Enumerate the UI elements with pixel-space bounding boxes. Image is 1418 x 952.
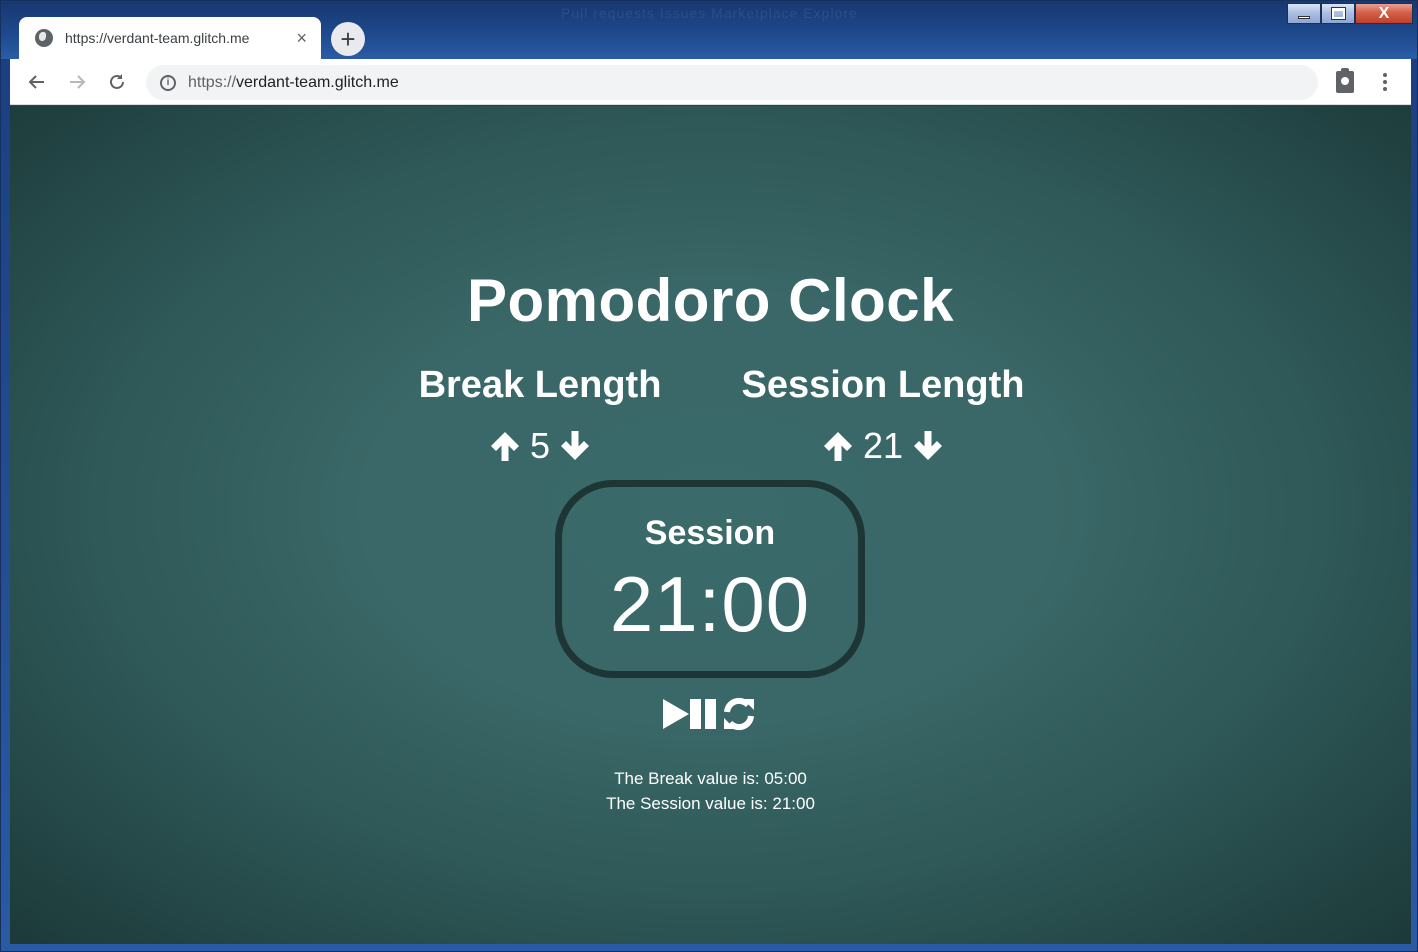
title-bar-background-text: Pull requests Issues Marketplace Explore	[561, 5, 858, 21]
browser-toolbar: i https://verdant-team.glitch.me	[10, 59, 1411, 105]
session-length-value: 21	[862, 425, 904, 466]
url-text[interactable]: https://verdant-team.glitch.me	[188, 74, 399, 92]
new-tab-button[interactable]: +	[331, 22, 365, 56]
clipboard-badge-icon[interactable]	[1336, 68, 1354, 93]
reload-icon	[110, 74, 124, 89]
session-length-control: Session Length 21	[733, 364, 1033, 467]
reset-button[interactable]	[721, 696, 757, 732]
session-increment-button[interactable]	[821, 429, 855, 463]
session-length-stepper: 21	[733, 425, 1033, 467]
page-title: Pomodoro Clock	[466, 267, 955, 334]
close-icon: X	[1378, 4, 1390, 22]
break-length-stepper: 5	[390, 425, 690, 467]
tab-close-button[interactable]: ×	[296, 28, 307, 49]
break-length-control: Break Length 5	[390, 364, 690, 467]
reload-button[interactable]	[102, 67, 132, 97]
play-pause-icon	[663, 699, 716, 729]
maximize-icon	[1330, 7, 1346, 20]
timer-label: Session	[644, 514, 776, 552]
break-decrement-button[interactable]	[558, 429, 592, 463]
back-arrow-icon	[28, 75, 44, 89]
timer-display: Session 21:00	[555, 480, 865, 678]
break-length-value: 5	[529, 425, 551, 466]
back-button[interactable]	[22, 67, 52, 97]
forward-arrow-icon	[70, 75, 86, 89]
arrow-down-icon	[561, 431, 590, 460]
session-length-label: Session Length	[741, 364, 1025, 406]
refresh-icon	[724, 697, 754, 731]
more-menu-icon[interactable]	[1376, 69, 1394, 95]
url-host: verdant-team.glitch.me	[236, 73, 399, 91]
timer-time: 21:00	[609, 560, 811, 648]
timer-controls	[661, 696, 757, 732]
page-viewport: Pomodoro Clock Break Length 5 Session Le…	[10, 106, 1411, 944]
arrow-up-icon	[823, 432, 852, 461]
minimize-button[interactable]	[1287, 3, 1321, 24]
globe-icon	[35, 29, 53, 47]
forward-button[interactable]	[62, 67, 92, 97]
session-value-text: The Session value is: 21:00	[606, 794, 815, 813]
url-scheme: https://	[188, 73, 237, 91]
window-controls: X	[1287, 3, 1413, 24]
arrow-up-icon	[490, 432, 519, 461]
session-decrement-button[interactable]	[911, 429, 945, 463]
browser-window: Pull requests Issues Marketplace Explore…	[0, 0, 1418, 952]
play-pause-button[interactable]	[661, 697, 719, 731]
close-window-button[interactable]: X	[1355, 3, 1413, 24]
break-value-text: The Break value is: 05:00	[614, 769, 807, 788]
tab-title: https://verdant-team.glitch.me	[65, 30, 250, 46]
maximize-button[interactable]	[1321, 3, 1355, 24]
arrow-down-icon	[914, 431, 943, 460]
address-bar[interactable]: i https://verdant-team.glitch.me	[146, 65, 1318, 100]
info-icon[interactable]: i	[160, 74, 176, 91]
browser-tab[interactable]: https://verdant-team.glitch.me ×	[19, 17, 321, 59]
break-length-label: Break Length	[418, 364, 662, 406]
minimize-icon	[1298, 16, 1310, 19]
break-increment-button[interactable]	[488, 429, 522, 463]
value-summary: The Break value is: 05:00 The Session va…	[10, 766, 1411, 816]
